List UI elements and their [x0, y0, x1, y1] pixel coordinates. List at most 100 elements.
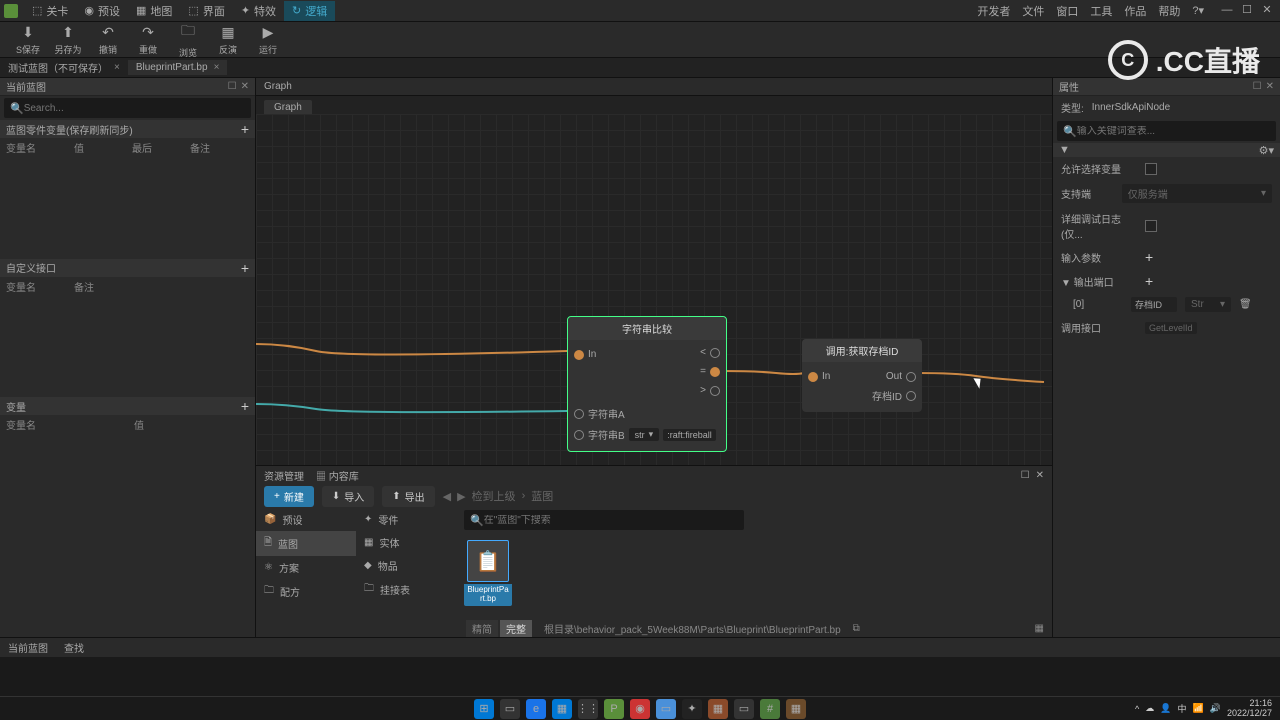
port-strB[interactable]	[574, 430, 584, 440]
app-icon[interactable]: ▦	[786, 699, 806, 719]
import-button[interactable]: ⬇ 导入	[322, 486, 374, 507]
app-icon[interactable]: ⋮⋮	[578, 699, 598, 719]
menu-question[interactable]: ?▾	[1186, 1, 1210, 21]
plus-icon[interactable]: +	[241, 260, 249, 276]
search-box[interactable]: 🔍	[4, 98, 251, 118]
new-button[interactable]: + 新建	[264, 486, 314, 507]
export-button[interactable]: ⬆ 导出	[382, 486, 434, 507]
section-custom[interactable]: 自定义接口+	[0, 259, 255, 277]
graph-tab[interactable]: Graph	[264, 100, 312, 115]
reverse-button[interactable]: ▦反演	[208, 24, 248, 56]
menu-logic[interactable]: ↻ 逻辑	[284, 1, 335, 21]
section-var[interactable]: 变量+	[0, 397, 255, 415]
section-vars[interactable]: 蓝图零件变量(保存刷新同步)+	[0, 120, 255, 138]
dropdown[interactable]: 仅服务端▾	[1122, 184, 1272, 203]
app-icon[interactable]: ▭	[656, 699, 676, 719]
menu-preset[interactable]: ◉ 预设	[76, 1, 128, 21]
status-current[interactable]: 当前蓝图	[8, 640, 48, 655]
graph-canvas[interactable]: 字符串比较 In 字符串A 字符串B str ▾ :raft:fireball …	[256, 114, 1052, 465]
side-attach[interactable]: 🗀 挂接表	[356, 577, 456, 602]
port-lt[interactable]	[710, 348, 720, 358]
saveas-button[interactable]: ⬆另存为	[48, 24, 88, 56]
seg-full[interactable]: 完整	[500, 620, 532, 637]
side-entity[interactable]: ▦ 实体	[356, 531, 456, 554]
trash-icon[interactable]: 🗑	[1239, 299, 1252, 310]
dock-icon[interactable]: ☐	[1253, 81, 1262, 92]
port-name[interactable]: 存档ID	[1131, 297, 1177, 312]
port-eq[interactable]	[710, 367, 720, 377]
menu-window[interactable]: 窗口	[1050, 1, 1084, 21]
volume-icon[interactable]: 🔊	[1210, 703, 1221, 714]
node-get-save-id[interactable]: 调用:获取存档ID In Out 存档ID	[802, 339, 922, 412]
ime-icon[interactable]: 中	[1178, 702, 1187, 715]
value-box[interactable]: :raft:fireball	[663, 429, 716, 441]
prop-search-input[interactable]	[1077, 126, 1270, 137]
save-button[interactable]: ⬇S保存	[8, 24, 48, 56]
plus-icon[interactable]: +	[1145, 249, 1153, 265]
close-icon[interactable]: ✕	[1258, 1, 1276, 19]
side-recipe[interactable]: 🗀 配方	[256, 579, 356, 604]
app-icon[interactable]: ◉	[630, 699, 650, 719]
close-icon[interactable]: ✕	[1036, 470, 1044, 481]
menu-tools[interactable]: 工具	[1084, 1, 1118, 21]
app-icon[interactable]: ▦	[552, 699, 572, 719]
tab-resources[interactable]: 资源管理	[264, 468, 304, 483]
tab-blueprint[interactable]: BlueprintPart.bp×	[128, 60, 228, 75]
menu-fx[interactable]: ✦ 特效	[233, 1, 284, 21]
app-icon[interactable]: ▦	[708, 699, 728, 719]
maximize-icon[interactable]: ☐	[1238, 1, 1256, 19]
view-segments[interactable]: 精简 完整	[466, 620, 532, 637]
dock-icon[interactable]: ☐	[228, 81, 237, 92]
node-string-compare[interactable]: 字符串比较 In 字符串A 字符串B str ▾ :raft:fireball …	[567, 316, 727, 452]
start-icon[interactable]: ⊞	[474, 699, 494, 719]
plus-icon[interactable]: +	[241, 398, 249, 414]
copy-icon[interactable]: ⧉	[853, 623, 860, 634]
port-out[interactable]	[906, 372, 916, 382]
close-icon[interactable]: ×	[214, 62, 220, 73]
tab-test[interactable]: 测试蓝图（不可保存）×	[0, 58, 128, 77]
grid-icon[interactable]: ▦	[1035, 623, 1044, 634]
menu-level[interactable]: ⬚ 关卡	[24, 1, 76, 21]
port-strA[interactable]	[574, 409, 584, 419]
close-icon[interactable]: ✕	[241, 81, 249, 92]
edge-icon[interactable]: e	[526, 699, 546, 719]
search-input[interactable]	[24, 103, 245, 114]
prop-search[interactable]: 🔍	[1057, 121, 1276, 141]
side-parts[interactable]: ✦ 零件	[356, 508, 456, 531]
browse-button[interactable]: 🗀浏览	[168, 24, 208, 56]
port-in[interactable]	[808, 372, 818, 382]
undo-button[interactable]: ↶撤销	[88, 24, 128, 56]
tab-content[interactable]: ▦ 内容库	[316, 468, 359, 483]
wifi-icon[interactable]: 📶	[1193, 703, 1204, 714]
asset-search-input[interactable]	[484, 515, 738, 526]
side-preset[interactable]: 📦 预设	[256, 508, 356, 531]
side-plan[interactable]: ⚛ 方案	[256, 556, 356, 579]
run-button[interactable]: ▶运行	[248, 24, 288, 56]
settings-icon[interactable]: ⚙▾	[1259, 144, 1274, 157]
app-icon[interactable]: #	[760, 699, 780, 719]
menu-help[interactable]: 帮助	[1152, 1, 1186, 21]
prop-outports[interactable]: ▼ 输出端口 +	[1053, 269, 1280, 293]
tray-icon[interactable]: 👤	[1160, 703, 1171, 714]
menu-file[interactable]: 文件	[1016, 1, 1050, 21]
app-icon[interactable]: P	[604, 699, 624, 719]
checkbox[interactable]	[1145, 163, 1157, 175]
menu-works[interactable]: 作品	[1118, 1, 1152, 21]
app-icon[interactable]: ▭	[500, 699, 520, 719]
side-blueprint[interactable]: 🗎 蓝图	[256, 531, 356, 556]
minimize-icon[interactable]: —	[1218, 1, 1236, 19]
close-icon[interactable]: ×	[114, 62, 120, 73]
port-saveid[interactable]	[906, 391, 916, 401]
system-tray[interactable]: ^ ☁ 👤 中 📶 🔊 21:162022/12/27	[1135, 699, 1272, 719]
menu-ui[interactable]: ⬚ 界面	[180, 1, 232, 21]
prop-divider[interactable]: ▼⚙▾	[1053, 143, 1280, 157]
type-dropdown[interactable]: str ▾	[629, 428, 660, 441]
status-find[interactable]: 查找	[64, 640, 84, 655]
app-icon[interactable]: ✦	[682, 699, 702, 719]
side-item[interactable]: ◆ 物品	[356, 554, 456, 577]
fwd-icon[interactable]: ▶	[457, 490, 465, 503]
dock-icon[interactable]: ☐	[1021, 470, 1030, 481]
menu-map[interactable]: ▦ 地图	[128, 1, 180, 21]
close-icon[interactable]: ✕	[1266, 81, 1274, 92]
seg-compact[interactable]: 精简	[466, 620, 498, 637]
